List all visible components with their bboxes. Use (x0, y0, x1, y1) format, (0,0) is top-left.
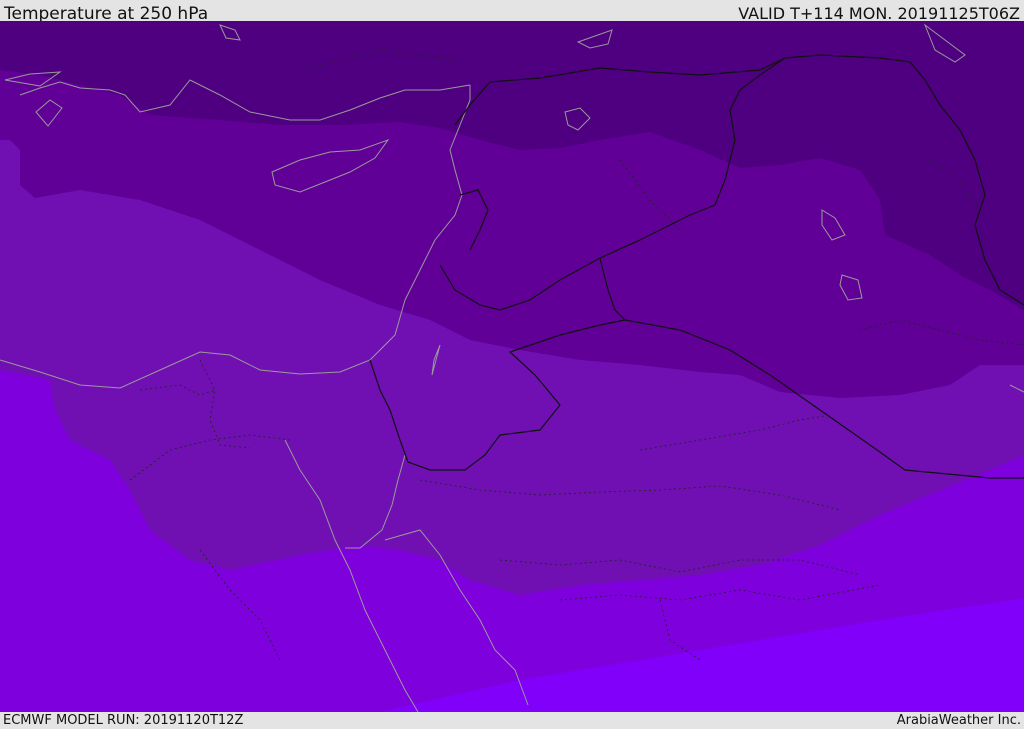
footer-bar: ECMWF MODEL RUN: 20191120T12Z ArabiaWeat… (0, 712, 1024, 729)
map-canvas[interactable] (0, 21, 1024, 712)
header-bar: Temperature at 250 hPa VALID T+114 MON. … (0, 0, 1024, 24)
model-run: ECMWF MODEL RUN: 20191120T12Z (3, 713, 244, 728)
credit-text: ArabiaWeather Inc. (896, 713, 1021, 728)
temperature-map (0, 21, 1024, 712)
